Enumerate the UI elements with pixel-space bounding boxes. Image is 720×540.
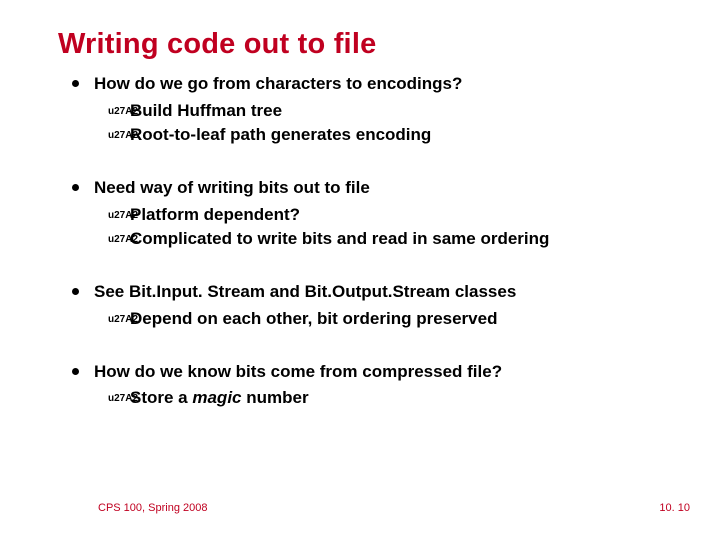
slide-title: Writing code out to file [58,28,680,61]
bullet-text: How do we go from characters to encoding… [94,74,462,93]
sub-item: Complicated to write bits and read in sa… [94,228,680,251]
bullet-item: How do we go from characters to encoding… [58,73,680,147]
bullet-item: Need way of writing bits out to file Pla… [58,177,680,251]
footer-page-number: 10. 10 [659,502,690,514]
sub-list: Store a magic number [94,387,680,410]
bullet-item: See Bit.Input. Stream and Bit.Output.Str… [58,281,680,331]
bullet-text: How do we know bits come from compressed… [94,362,502,381]
sub-text-post: number [242,388,309,407]
sub-item: Depend on each other, bit ordering prese… [94,308,680,331]
sub-text-pre: Store a [130,388,192,407]
sub-item: Build Huffman tree [94,100,680,123]
sub-item: Store a magic number [94,387,680,410]
bullet-text: See Bit.Input. Stream and Bit.Output.Str… [94,282,516,301]
sub-text-em: magic [192,388,241,407]
footer-course: CPS 100, Spring 2008 [98,502,207,514]
sub-list: Depend on each other, bit ordering prese… [94,308,680,331]
sub-item: Platform dependent? [94,204,680,227]
bullet-list: How do we go from characters to encoding… [58,73,680,410]
slide: Writing code out to file How do we go fr… [0,0,720,410]
sub-list: Build Huffman tree Root-to-leaf path gen… [94,100,680,147]
bullet-text: Need way of writing bits out to file [94,178,370,197]
sub-item: Root-to-leaf path generates encoding [94,124,680,147]
bullet-item: How do we know bits come from compressed… [58,361,680,411]
sub-list: Platform dependent? Complicated to write… [94,204,680,251]
